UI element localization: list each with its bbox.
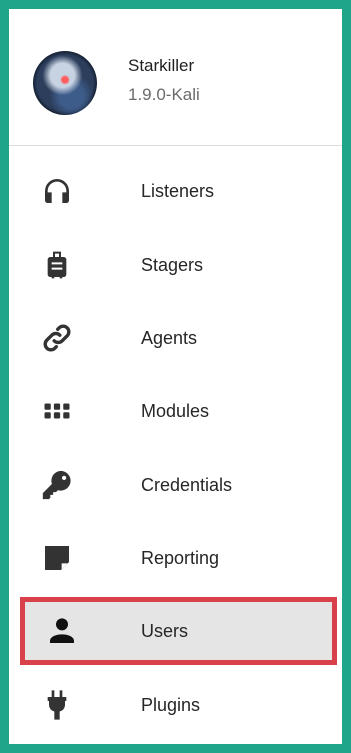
- nav-item-label: Plugins: [141, 694, 201, 715]
- nav-item-label: Agents: [141, 327, 198, 348]
- headphones-icon: [36, 170, 78, 212]
- app-name: Starkiller: [128, 56, 195, 75]
- link-icon: [36, 317, 78, 359]
- nav-item-label: Credentials: [141, 474, 233, 495]
- nav-item-label: Reporting: [141, 547, 220, 568]
- nav-item-reporting[interactable]: Reporting: [9, 528, 342, 588]
- nav-item-label: Users: [141, 620, 189, 641]
- nav-item-plugins[interactable]: Plugins: [9, 675, 342, 735]
- app-version: 1.9.0-Kali: [128, 85, 200, 104]
- luggage-icon: [36, 244, 78, 286]
- user-icon: [41, 610, 83, 652]
- app-header: Starkiller 1.9.0-Kali: [9, 9, 342, 146]
- nav-item-label: Modules: [141, 400, 210, 421]
- nav-item-credentials[interactable]: Credentials: [9, 455, 342, 515]
- nav-item-label: Stagers: [141, 254, 204, 275]
- nav-item-listeners[interactable]: Listeners: [9, 161, 342, 221]
- key-icon: [36, 464, 78, 506]
- nav-item-users[interactable]: Users: [20, 597, 337, 665]
- note-icon: [36, 537, 78, 579]
- plug-icon: [36, 684, 78, 726]
- nav-item-stagers[interactable]: Stagers: [9, 235, 342, 295]
- nav-item-modules[interactable]: Modules: [9, 381, 342, 441]
- starkiller-logo: [33, 51, 97, 115]
- side-navigation-drawer: Starkiller 1.9.0-Kali Listeners Stagers …: [9, 9, 342, 744]
- nav-item-agents[interactable]: Agents: [9, 308, 342, 368]
- grid-icon: [36, 390, 78, 432]
- nav-item-label: Listeners: [141, 180, 215, 201]
